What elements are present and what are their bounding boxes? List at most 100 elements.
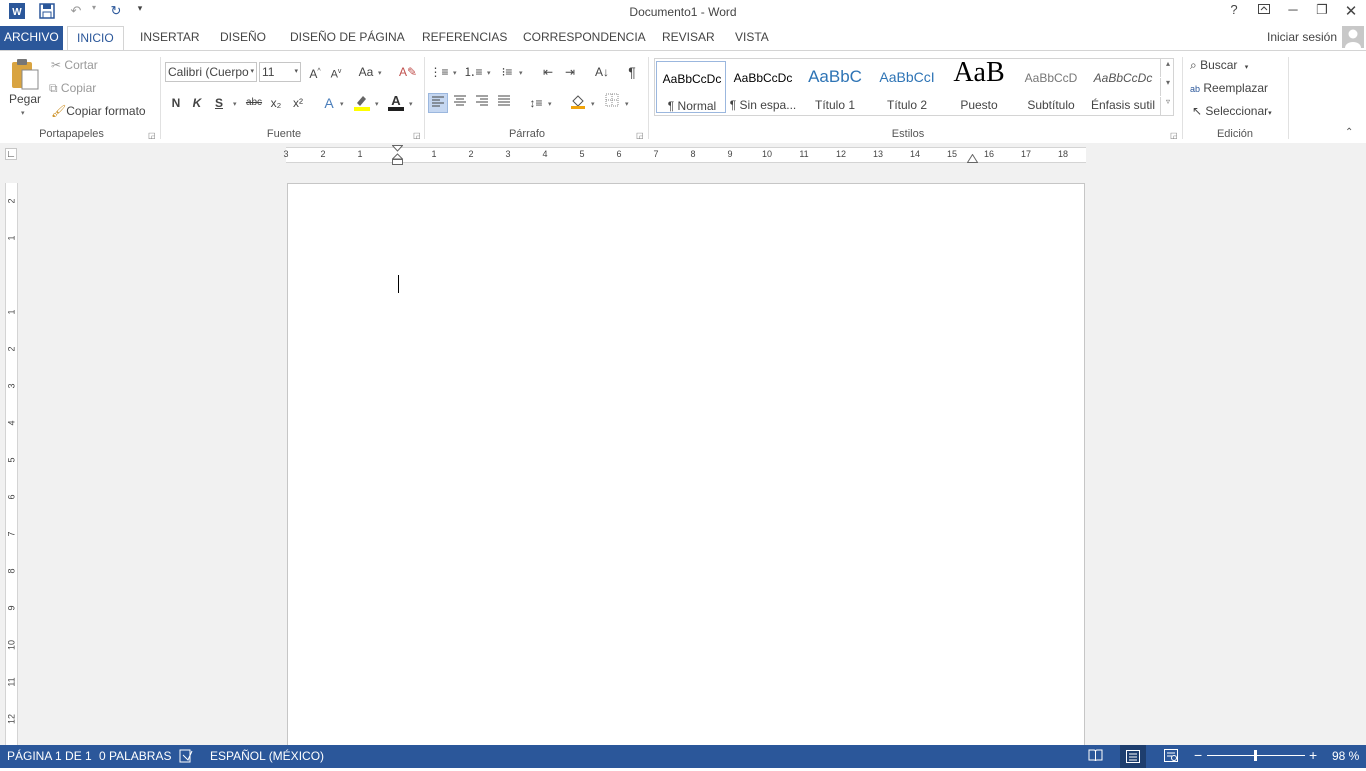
subscript-button[interactable]: x₂ — [266, 93, 286, 113]
ribbon-display-options-icon[interactable] — [1250, 2, 1278, 22]
style-normal[interactable]: AaBbCcDc ¶ Normal — [656, 61, 726, 113]
format-painter-button[interactable]: 🖌Copiar formato — [51, 104, 146, 118]
close-icon[interactable]: ✕ — [1337, 2, 1365, 22]
paragraph-launcher-icon[interactable]: ◲ — [636, 131, 644, 140]
show-formatting-button[interactable]: ¶ — [622, 62, 642, 82]
highlight-dropdown-icon[interactable]: ▾ — [375, 100, 379, 108]
collapse-ribbon-icon[interactable]: ⌃ — [1345, 127, 1353, 138]
line-spacing-icon[interactable]: ↕≡ — [526, 93, 546, 113]
zoom-in-icon[interactable]: + — [1309, 747, 1317, 763]
multilevel-dropdown-icon[interactable]: ▾ — [519, 69, 523, 77]
web-layout-icon[interactable] — [1164, 749, 1179, 765]
tab-referencias[interactable]: REFERENCIAS — [413, 26, 516, 50]
font-color-icon[interactable]: A — [386, 93, 406, 113]
font-color-dropdown-icon[interactable]: ▾ — [409, 100, 413, 108]
justify-icon[interactable] — [494, 93, 514, 113]
font-size-combo[interactable]: 11 ▾ — [259, 62, 301, 82]
restore-icon[interactable]: ❐ — [1308, 2, 1336, 22]
numbering-dropdown-icon[interactable]: ▾ — [487, 69, 491, 77]
document-page[interactable] — [287, 183, 1085, 753]
underline-dropdown-icon[interactable]: ▾ — [233, 100, 237, 108]
print-layout-icon[interactable] — [1120, 745, 1146, 768]
increase-indent-icon[interactable]: ⇥ — [560, 62, 580, 82]
underline-button[interactable]: S — [209, 93, 229, 113]
paste-icon[interactable] — [9, 57, 41, 91]
align-left-icon[interactable] — [428, 93, 448, 113]
find-button[interactable]: ⌕ Buscar ▾ — [1190, 58, 1248, 73]
style-titulo-2[interactable]: AaBbCcI Título 2 — [872, 61, 942, 113]
borders-dropdown-icon[interactable]: ▾ — [625, 100, 629, 108]
read-mode-icon[interactable] — [1088, 749, 1103, 765]
sort-icon[interactable]: A↓ — [592, 62, 612, 82]
gallery-more-icon[interactable]: ▿ — [1160, 97, 1175, 115]
tab-vista[interactable]: VISTA — [726, 26, 778, 50]
shrink-font-button[interactable]: Av — [326, 62, 346, 82]
clear-formatting-icon[interactable]: A✎ — [398, 62, 418, 82]
select-button[interactable]: ↖ Seleccionar▾ — [1192, 104, 1272, 118]
gallery-down-icon[interactable]: ▾ — [1160, 78, 1175, 96]
italic-button[interactable]: K — [187, 93, 207, 113]
style-sin-espaciado[interactable]: AaBbCcDc ¶ Sin espa... — [728, 61, 798, 113]
sign-in-link[interactable]: Iniciar sesión — [1258, 26, 1346, 50]
tab-revisar[interactable]: REVISAR — [653, 26, 724, 50]
right-indent-marker-icon[interactable] — [966, 152, 979, 163]
line-spacing-dropdown-icon[interactable]: ▾ — [548, 100, 552, 108]
help-button[interactable]: ? — [1220, 2, 1248, 22]
tab-inicio[interactable]: INICIO — [67, 26, 124, 51]
style-titulo-1[interactable]: AaBbC Título 1 — [800, 61, 870, 113]
copy-button[interactable]: ⧉ Copiar — [49, 81, 96, 96]
shading-icon[interactable] — [568, 93, 588, 113]
tab-archivo[interactable]: ARCHIVO — [0, 26, 63, 50]
ruler-tick: 5 — [579, 149, 585, 159]
strikethrough-button[interactable]: abc — [244, 93, 264, 113]
tab-selector-icon[interactable]: ∟ — [5, 148, 17, 160]
style-subtitulo[interactable]: AaBbCcD Subtítulo — [1016, 61, 1086, 113]
shading-dropdown-icon[interactable]: ▾ — [591, 100, 595, 108]
highlight-icon[interactable] — [352, 93, 372, 113]
bold-button[interactable]: N — [166, 93, 186, 113]
bullets-dropdown-icon[interactable]: ▾ — [453, 69, 457, 77]
bullets-icon[interactable]: ⋮≡ — [429, 62, 449, 82]
zoom-slider-thumb[interactable] — [1253, 750, 1257, 761]
text-effects-dropdown-icon[interactable]: ▾ — [340, 100, 344, 108]
page-count[interactable]: PÁGINA 1 DE 1 — [7, 749, 92, 763]
language-indicator[interactable]: ESPAÑOL (MÉXICO) — [210, 749, 324, 763]
paste-button[interactable]: Pegar — [9, 92, 41, 106]
tab-diseno-de-pagina[interactable]: DISEÑO DE PÁGINA — [281, 26, 414, 50]
cut-button[interactable]: ✂ Cortar — [51, 58, 98, 72]
style-name: Énfasis sutil — [1090, 98, 1156, 112]
change-case-dropdown-icon[interactable]: ▾ — [378, 69, 382, 77]
text-effects-icon[interactable]: A — [319, 93, 339, 113]
borders-icon[interactable] — [602, 93, 622, 113]
style-enfasis-sutil[interactable]: AaBbCcDc Énfasis sutil — [1088, 61, 1158, 113]
tab-diseno[interactable]: DISEÑO — [211, 26, 275, 50]
word-count[interactable]: 0 PALABRAS — [99, 749, 171, 763]
font-launcher-icon[interactable]: ◲ — [413, 131, 421, 140]
align-right-icon[interactable] — [472, 93, 492, 113]
clipboard-launcher-icon[interactable]: ◲ — [148, 131, 156, 140]
replace-button[interactable]: ab Reemplazar — [1190, 81, 1268, 95]
tab-insertar[interactable]: INSERTAR — [131, 26, 209, 50]
indent-markers-icon[interactable] — [391, 145, 404, 165]
gallery-up-icon[interactable]: ▴ — [1160, 59, 1175, 77]
style-puesto[interactable]: AaB Puesto — [944, 61, 1014, 113]
styles-launcher-icon[interactable]: ◲ — [1170, 131, 1178, 140]
tab-correspondencia[interactable]: CORRESPONDENCIA — [514, 26, 655, 50]
vertical-ruler[interactable]: 2 1 1 2 3 4 5 6 7 8 9 10 11 12 — [5, 183, 18, 745]
font-name-combo[interactable]: Calibri (Cuerpo ▾ — [165, 62, 257, 82]
paste-dropdown-icon[interactable]: ▾ — [21, 109, 25, 117]
select-label: Seleccionar — [1205, 104, 1269, 118]
superscript-button[interactable]: x² — [288, 93, 308, 113]
zoom-level[interactable]: 98 % — [1332, 749, 1359, 763]
proofing-icon[interactable] — [179, 749, 193, 766]
zoom-out-icon[interactable]: − — [1194, 747, 1202, 763]
avatar[interactable] — [1342, 26, 1364, 48]
grow-font-button[interactable]: A^ — [305, 62, 325, 82]
numbering-icon[interactable]: ⒈≡ — [463, 62, 483, 82]
align-center-icon[interactable] — [450, 93, 470, 113]
decrease-indent-icon[interactable]: ⇤ — [538, 62, 558, 82]
change-case-button[interactable]: Aa — [355, 62, 377, 82]
minimize-icon[interactable]: ─ — [1279, 2, 1307, 22]
horizontal-ruler[interactable]: 3 2 1 1 2 3 4 5 6 7 8 9 10 11 12 13 14 1… — [283, 147, 1086, 163]
multilevel-list-icon[interactable]: ⁝≡ — [497, 62, 517, 82]
